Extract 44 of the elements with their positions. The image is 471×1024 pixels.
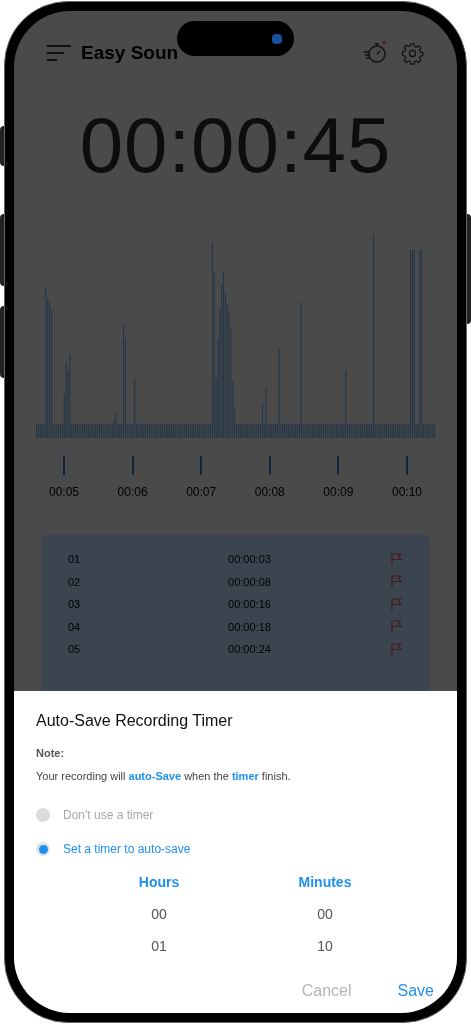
flag-icon xyxy=(391,575,403,589)
radio-button[interactable] xyxy=(36,842,50,856)
menu-icon[interactable] xyxy=(47,45,71,61)
timeline-label: 00:06 xyxy=(117,484,148,501)
picker-value[interactable]: 00 xyxy=(151,904,167,925)
lap-time: 00:00:16 xyxy=(227,597,272,612)
timeline-label: 00:10 xyxy=(391,484,422,501)
flag-icon xyxy=(391,597,403,611)
settings-icon[interactable] xyxy=(401,41,424,65)
lap-time: 00:00:03 xyxy=(227,552,272,567)
app-title: Easy Soun xyxy=(81,40,179,65)
picker-heading: Minutes xyxy=(298,873,352,892)
lap-number: 01 xyxy=(68,552,82,567)
lap-time: 00:00:08 xyxy=(227,574,272,590)
dialog-title: Auto-Save Recording Timer xyxy=(36,711,234,731)
lap-time: 00:00:24 xyxy=(227,642,272,657)
lap-number: 03 xyxy=(68,597,82,612)
stopwatch-icon[interactable] xyxy=(363,41,387,65)
elapsed-time: 00:00:45 xyxy=(79,106,392,184)
picker-value[interactable]: 00 xyxy=(317,904,333,925)
camera-icon xyxy=(272,33,282,44)
flag-icon xyxy=(391,642,403,656)
lap-number: 02 xyxy=(68,574,82,590)
timeline-label: 00:08 xyxy=(254,484,285,501)
timeline-label: 00:05 xyxy=(49,484,79,501)
timeline-label: 00:07 xyxy=(186,484,217,501)
note-label: Note: xyxy=(36,746,66,761)
picker-value[interactable]: 01 xyxy=(151,936,167,957)
lap-time: 00:00:18 xyxy=(227,619,272,635)
lap-number: 04 xyxy=(68,619,82,635)
radio-button[interactable] xyxy=(36,808,50,822)
note-text: Your recording will auto-Save when the timer finish. xyxy=(36,768,292,784)
lap-number: 05 xyxy=(68,642,82,657)
tick-mark xyxy=(131,456,134,475)
tick-mark xyxy=(337,456,340,475)
tick-mark xyxy=(63,456,65,475)
tick-mark xyxy=(405,456,408,475)
timeline-label: 00:09 xyxy=(323,484,354,501)
flag-icon xyxy=(391,620,403,634)
picker-value[interactable]: 10 xyxy=(317,936,333,957)
tick-mark xyxy=(200,456,203,475)
flag-icon xyxy=(391,552,403,566)
picker-heading: Hours xyxy=(138,873,180,892)
tick-mark xyxy=(268,456,271,475)
